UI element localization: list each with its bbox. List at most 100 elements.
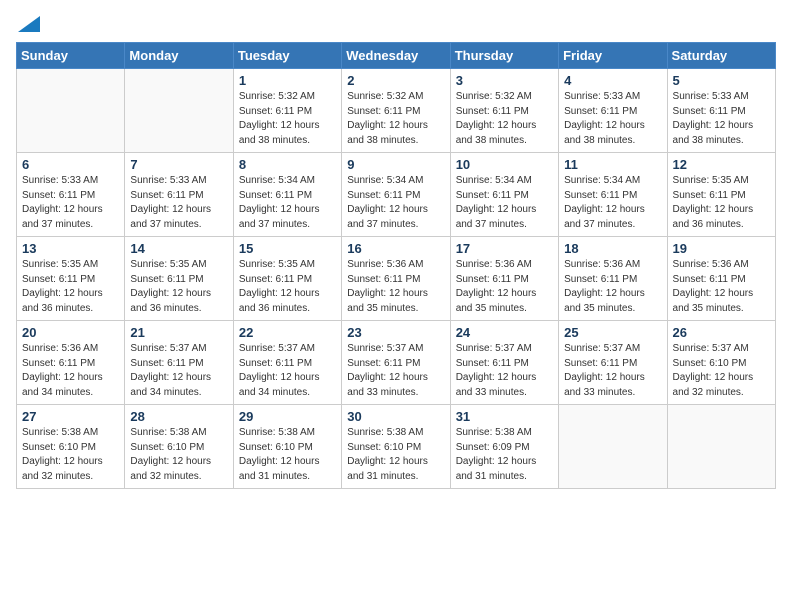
day-info: Sunrise: 5:36 AMSunset: 6:11 PMDaylight:…: [22, 342, 119, 400]
week-row-3: 13 Sunrise: 5:35 AMSunset: 6:11 PMDayligh…: [17, 237, 776, 321]
day-number: 25: [564, 325, 661, 340]
day-cell: 28Sunrise: 5:38 AMSunset: 6:10 PMDayligh…: [125, 405, 233, 489]
day-number: 1: [239, 73, 336, 88]
weekday-header-sunday: Sunday: [17, 43, 125, 69]
day-cell: 12Sunrise: 5:35 AMSunset: 6:11 PMDayligh…: [667, 153, 775, 237]
day-info: Sunrise: 5:38 AMSunset: 6:10 PMDaylight:…: [347, 426, 444, 484]
day-info: Sunrise: 5:33 AMSunset: 6:11 PMDaylight:…: [130, 174, 227, 232]
day-cell: [125, 69, 233, 153]
day-info: Sunrise: 5:37 AMSunset: 6:11 PMDaylight:…: [564, 342, 661, 400]
day-info: Sunrise: 5:36 AMSunset: 6:11 PMDaylight:…: [347, 258, 444, 316]
day-info: Sunrise: 5:33 AMSunset: 6:11 PMDaylight:…: [22, 174, 119, 232]
day-number: 9: [347, 157, 444, 172]
day-cell: 18 Sunrise: 5:36 AMSunset: 6:11 PMDayligh…: [559, 237, 667, 321]
day-cell: 27Sunrise: 5:38 AMSunset: 6:10 PMDayligh…: [17, 405, 125, 489]
day-info: Sunrise: 5:38 AMSunset: 6:10 PMDaylight:…: [130, 426, 227, 484]
week-row-5: 27 Sunrise: 5:38 AMSunset: 6:10 PMDayligh…: [17, 405, 776, 489]
day-info: Sunrise: 5:35 AMSunset: 6:11 PMDaylight:…: [673, 174, 770, 232]
day-cell: 29 Sunrise: 5:38 AMSunset: 6:10 PMDayligh…: [233, 405, 341, 489]
day-info: Sunrise: 5:35 AMSunset: 6:11 PMDaylight:…: [22, 258, 119, 316]
day-number: 7: [130, 157, 227, 172]
day-cell: [559, 405, 667, 489]
weekday-header-row: SundayMondayTuesdayWednesdayThursdayFrid…: [17, 43, 776, 69]
day-info: Sunrise: 5:34 AMSunset: 6:11 PMDaylight:…: [347, 174, 444, 232]
day-cell: 15 Sunrise: 5:35 AMSunset: 6:11 PMDayligh…: [233, 237, 341, 321]
weekday-header-monday: Monday: [125, 43, 233, 69]
day-number: 4: [564, 73, 661, 88]
day-info: Sunrise: 5:32 AMSunset: 6:11 PMDaylight:…: [456, 90, 553, 148]
week-row-2: 6 Sunrise: 5:33 AMSunset: 6:11 PMDaylight…: [17, 153, 776, 237]
day-number: 26: [673, 325, 770, 340]
day-info: Sunrise: 5:38 AMSunset: 6:10 PMDaylight:…: [239, 426, 336, 484]
day-number: 6: [22, 157, 119, 172]
logo-icon: [18, 16, 40, 32]
day-info: Sunrise: 5:32 AMSunset: 6:11 PMDaylight:…: [239, 90, 336, 148]
day-number: 24: [456, 325, 553, 340]
day-info: Sunrise: 5:38 AMSunset: 6:09 PMDaylight:…: [456, 426, 553, 484]
day-cell: 10 Sunrise: 5:34 AMSunset: 6:11 PMDayligh…: [450, 153, 558, 237]
day-cell: 3 Sunrise: 5:32 AMSunset: 6:11 PMDaylight…: [450, 69, 558, 153]
day-info: Sunrise: 5:33 AMSunset: 6:11 PMDaylight:…: [564, 90, 661, 148]
day-number: 15: [239, 241, 336, 256]
day-number: 13: [22, 241, 119, 256]
weekday-header-wednesday: Wednesday: [342, 43, 450, 69]
day-cell: 30 Sunrise: 5:38 AMSunset: 6:10 PMDayligh…: [342, 405, 450, 489]
day-number: 3: [456, 73, 553, 88]
day-cell: 14 Sunrise: 5:35 AMSunset: 6:11 PMDayligh…: [125, 237, 233, 321]
day-info: Sunrise: 5:36 AMSunset: 6:11 PMDaylight:…: [456, 258, 553, 316]
day-number: 31: [456, 409, 553, 424]
day-cell: 6 Sunrise: 5:33 AMSunset: 6:11 PMDaylight…: [17, 153, 125, 237]
day-cell: 13 Sunrise: 5:35 AMSunset: 6:11 PMDayligh…: [17, 237, 125, 321]
day-cell: 23Sunrise: 5:37 AMSunset: 6:11 PMDayligh…: [342, 321, 450, 405]
day-cell: 22Sunrise: 5:37 AMSunset: 6:11 PMDayligh…: [233, 321, 341, 405]
day-info: Sunrise: 5:35 AMSunset: 6:11 PMDaylight:…: [239, 258, 336, 316]
day-number: 29: [239, 409, 336, 424]
weekday-header-saturday: Saturday: [667, 43, 775, 69]
day-cell: 5Sunrise: 5:33 AMSunset: 6:11 PMDaylight…: [667, 69, 775, 153]
day-cell: 25 Sunrise: 5:37 AMSunset: 6:11 PMDayligh…: [559, 321, 667, 405]
day-cell: 21Sunrise: 5:37 AMSunset: 6:11 PMDayligh…: [125, 321, 233, 405]
day-cell: 17 Sunrise: 5:36 AMSunset: 6:11 PMDayligh…: [450, 237, 558, 321]
day-info: Sunrise: 5:35 AMSunset: 6:11 PMDaylight:…: [130, 258, 227, 316]
day-cell: 20 Sunrise: 5:36 AMSunset: 6:11 PMDayligh…: [17, 321, 125, 405]
page-header: [16, 16, 776, 32]
day-number: 18: [564, 241, 661, 256]
day-info: Sunrise: 5:37 AMSunset: 6:10 PMDaylight:…: [673, 342, 770, 400]
day-info: Sunrise: 5:36 AMSunset: 6:11 PMDaylight:…: [564, 258, 661, 316]
weekday-header-thursday: Thursday: [450, 43, 558, 69]
day-cell: 4 Sunrise: 5:33 AMSunset: 6:11 PMDaylight…: [559, 69, 667, 153]
day-number: 16: [347, 241, 444, 256]
day-number: 27: [22, 409, 119, 424]
day-cell: 2Sunrise: 5:32 AMSunset: 6:11 PMDaylight…: [342, 69, 450, 153]
day-cell: 31 Sunrise: 5:38 AMSunset: 6:09 PMDayligh…: [450, 405, 558, 489]
day-info: Sunrise: 5:37 AMSunset: 6:11 PMDaylight:…: [347, 342, 444, 400]
day-cell: 1 Sunrise: 5:32 AMSunset: 6:11 PMDaylight…: [233, 69, 341, 153]
day-number: 11: [564, 157, 661, 172]
weekday-header-friday: Friday: [559, 43, 667, 69]
day-cell: 9 Sunrise: 5:34 AMSunset: 6:11 PMDaylight…: [342, 153, 450, 237]
day-number: 14: [130, 241, 227, 256]
day-info: Sunrise: 5:36 AMSunset: 6:11 PMDaylight:…: [673, 258, 770, 316]
day-number: 19: [673, 241, 770, 256]
day-number: 10: [456, 157, 553, 172]
day-info: Sunrise: 5:37 AMSunset: 6:11 PMDaylight:…: [239, 342, 336, 400]
calendar: SundayMondayTuesdayWednesdayThursdayFrid…: [16, 42, 776, 489]
day-info: Sunrise: 5:34 AMSunset: 6:11 PMDaylight:…: [239, 174, 336, 232]
day-cell: 26 Sunrise: 5:37 AMSunset: 6:10 PMDayligh…: [667, 321, 775, 405]
day-cell: 24 Sunrise: 5:37 AMSunset: 6:11 PMDayligh…: [450, 321, 558, 405]
day-cell: 11 Sunrise: 5:34 AMSunset: 6:11 PMDayligh…: [559, 153, 667, 237]
logo: [16, 16, 40, 32]
week-row-4: 20 Sunrise: 5:36 AMSunset: 6:11 PMDayligh…: [17, 321, 776, 405]
day-number: 30: [347, 409, 444, 424]
weekday-header-tuesday: Tuesday: [233, 43, 341, 69]
day-number: 20: [22, 325, 119, 340]
day-info: Sunrise: 5:37 AMSunset: 6:11 PMDaylight:…: [130, 342, 227, 400]
day-info: Sunrise: 5:32 AMSunset: 6:11 PMDaylight:…: [347, 90, 444, 148]
week-row-1: 1 Sunrise: 5:32 AMSunset: 6:11 PMDaylight…: [17, 69, 776, 153]
day-number: 17: [456, 241, 553, 256]
day-info: Sunrise: 5:34 AMSunset: 6:11 PMDaylight:…: [456, 174, 553, 232]
day-info: Sunrise: 5:34 AMSunset: 6:11 PMDaylight:…: [564, 174, 661, 232]
day-number: 8: [239, 157, 336, 172]
day-info: Sunrise: 5:37 AMSunset: 6:11 PMDaylight:…: [456, 342, 553, 400]
day-number: 5: [673, 73, 770, 88]
